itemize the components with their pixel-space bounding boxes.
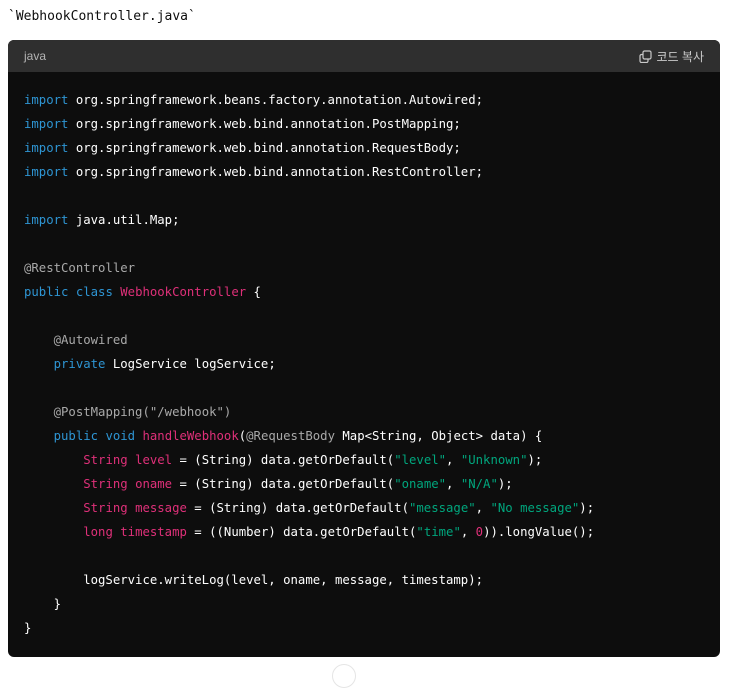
- code-block-header: java 코드 복사: [8, 40, 720, 72]
- code-token: }: [24, 621, 32, 635]
- code-token: ,: [475, 501, 491, 515]
- code-token: "N/A": [460, 477, 498, 491]
- code-token: ,: [446, 453, 461, 467]
- code-token: ,: [460, 525, 476, 539]
- code-token: "Unknown": [460, 453, 528, 467]
- code-token: org.springframework.web.bind.annotation.…: [68, 141, 461, 155]
- code-token: "level": [394, 453, 447, 467]
- code-token: = (String) data.getOrDefault(: [172, 453, 395, 467]
- code-token: org.springframework.beans.factory.annota…: [68, 93, 484, 107]
- code-token: );: [527, 453, 543, 467]
- code-line: public void handleWebhook(@RequestBody M…: [24, 424, 704, 448]
- code-token: @RestController: [24, 261, 136, 275]
- copy-code-label: 코드 복사: [656, 49, 705, 64]
- code-line: import java.util.Map;: [24, 208, 704, 232]
- code-token: import: [24, 141, 69, 155]
- code-token: import: [24, 165, 69, 179]
- code-language-label: java: [24, 49, 47, 63]
- code-line: import org.springframework.beans.factory…: [24, 88, 704, 112]
- code-line: }: [24, 592, 704, 616]
- code-token: );: [579, 501, 595, 515]
- code-token: class: [75, 285, 113, 299]
- code-token: @RequestBody: [246, 429, 335, 443]
- code-token: org.springframework.web.bind.annotation.…: [68, 117, 461, 131]
- code-token: "No message": [490, 501, 580, 515]
- code-block: java 코드 복사 import org.springframework.be…: [8, 40, 720, 657]
- code-token: );: [497, 477, 513, 491]
- code-line: logService.writeLog(level, oname, messag…: [24, 568, 704, 592]
- code-line: @PostMapping("/webhook"): [24, 400, 704, 424]
- code-token: }: [24, 597, 62, 611]
- code-token: private: [53, 357, 106, 371]
- code-token: String: [83, 477, 128, 491]
- code-line: import org.springframework.web.bind.anno…: [24, 112, 704, 136]
- code-content: import org.springframework.beans.factory…: [8, 72, 720, 640]
- code-token: @Autowired: [53, 333, 128, 347]
- code-token: = ((Number) data.getOrDefault(: [186, 525, 417, 539]
- code-token: ,: [446, 477, 461, 491]
- code-token: LogService logService;: [105, 357, 276, 371]
- code-token: logService.writeLog(level, oname, messag…: [24, 573, 484, 587]
- code-token: 0: [475, 525, 484, 539]
- code-token: String: [83, 453, 128, 467]
- code-line: import org.springframework.web.bind.anno…: [24, 160, 704, 184]
- code-token: public: [24, 285, 69, 299]
- code-line: @Autowired: [24, 328, 704, 352]
- code-line: public class WebhookController {: [24, 280, 704, 304]
- copy-icon: [638, 49, 652, 63]
- code-token: = (String) data.getOrDefault(: [172, 477, 395, 491]
- code-line: String oname = (String) data.getOrDefaul…: [24, 472, 704, 496]
- code-line: long timestamp = ((Number) data.getOrDef…: [24, 520, 704, 544]
- code-token: void: [105, 429, 136, 443]
- code-token: String: [83, 501, 128, 515]
- code-token: )).longValue();: [483, 525, 595, 539]
- code-token: Map<String, Object> data) {: [334, 429, 543, 443]
- code-line: String level = (String) data.getOrDefaul…: [24, 448, 704, 472]
- code-token: long: [83, 525, 113, 539]
- code-token: level: [135, 453, 173, 467]
- code-line: private LogService logService;: [24, 352, 704, 376]
- code-token: java.util.Map;: [68, 213, 180, 227]
- code-token: handleWebhook: [142, 429, 239, 443]
- code-token: = (String) data.getOrDefault(: [186, 501, 409, 515]
- code-line: }: [24, 616, 704, 640]
- scroll-indicator[interactable]: [332, 664, 356, 688]
- code-filename: `WebhookController.java`: [8, 9, 196, 24]
- code-token: timestamp: [120, 525, 187, 539]
- code-line: import org.springframework.web.bind.anno…: [24, 136, 704, 160]
- copy-code-button[interactable]: 코드 복사: [638, 48, 705, 65]
- code-token: public: [53, 429, 99, 443]
- code-token: "oname": [394, 477, 447, 491]
- code-token: WebhookController: [120, 285, 247, 299]
- code-token: @PostMapping("/webhook"): [53, 405, 232, 419]
- code-token: "time": [416, 525, 461, 539]
- code-line: String message = (String) data.getOrDefa…: [24, 496, 704, 520]
- code-token: {: [246, 285, 261, 299]
- code-token: message: [135, 501, 187, 515]
- code-token: import: [24, 93, 69, 107]
- code-token: org.springframework.web.bind.annotation.…: [68, 165, 484, 179]
- code-line: @RestController: [24, 256, 704, 280]
- code-token: import: [24, 117, 69, 131]
- code-token: oname: [135, 477, 173, 491]
- code-token: import: [24, 213, 69, 227]
- code-token: "message": [409, 501, 476, 515]
